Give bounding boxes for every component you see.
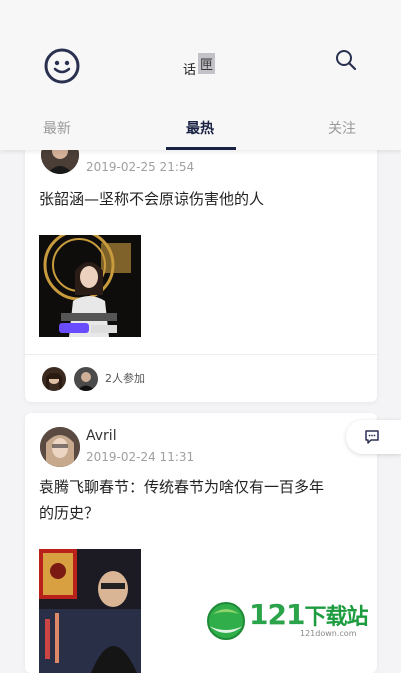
post-time: 2019-02-24 11:31 xyxy=(86,450,195,464)
participants-count[interactable]: 2人参加 xyxy=(105,370,145,386)
post-card[interactable]: 2019-02-25 21:54 张韶涵—坚称不会原谅伤害他的人 2人参加 xyxy=(25,136,377,402)
divider xyxy=(25,354,377,355)
watermark-globe-icon xyxy=(207,602,245,640)
watermark-text: 121下载站 xyxy=(249,598,368,631)
comment-button[interactable] xyxy=(346,420,401,454)
tab-hot[interactable]: 最热 xyxy=(186,118,214,138)
post-image[interactable] xyxy=(39,235,141,337)
title-part-2: 匣 xyxy=(198,53,216,74)
watermark-cn: 下载站 xyxy=(304,605,368,630)
post-title[interactable]: 袁腾飞聊春节：传统春节为啥仅有一百多年 xyxy=(39,475,324,500)
smiley-icon[interactable] xyxy=(44,48,80,84)
post-time: 2019-02-25 21:54 xyxy=(86,160,195,174)
app-header: 话 匣 最新 最热 关注 xyxy=(0,0,401,150)
watermark-number: 121 xyxy=(249,598,305,631)
watermark-url: 121down.com xyxy=(300,629,357,638)
participant-avatar xyxy=(41,366,67,392)
title-part-1: 话 xyxy=(183,63,197,78)
tab-bar: 最新 最热 关注 xyxy=(0,112,401,150)
post-image[interactable] xyxy=(39,549,141,673)
post-title[interactable]: 张韶涵—坚称不会原谅伤害他的人 xyxy=(39,187,264,212)
watermark-logo: 121下载站 121down.com xyxy=(205,596,395,646)
active-tab-indicator xyxy=(166,147,236,150)
search-icon[interactable] xyxy=(334,48,358,72)
username[interactable]: Avril xyxy=(86,428,117,444)
page-title: 话 匣 xyxy=(183,53,223,79)
tab-follow[interactable]: 关注 xyxy=(328,118,356,138)
avatar[interactable] xyxy=(40,427,80,467)
comment-icon xyxy=(365,430,379,444)
post-title-line-2[interactable]: 的历史？ xyxy=(39,501,99,526)
tab-latest[interactable]: 最新 xyxy=(43,118,71,138)
participant-avatar xyxy=(73,366,99,392)
